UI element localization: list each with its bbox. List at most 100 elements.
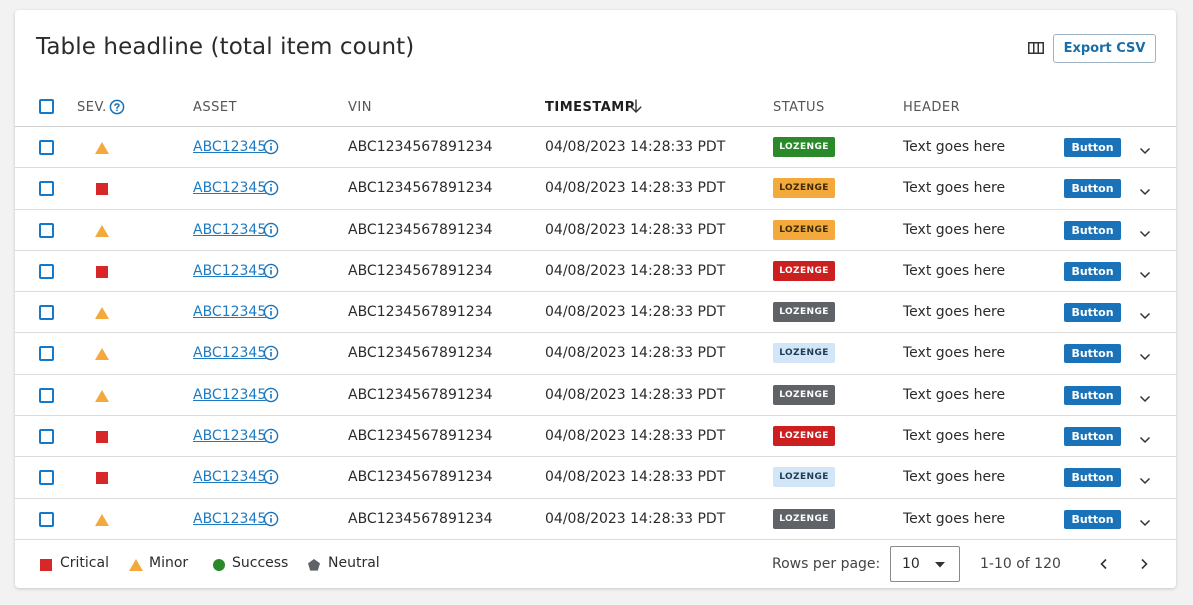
sort-descending-icon[interactable] bbox=[629, 98, 643, 118]
column-header-status[interactable]: STATUS bbox=[773, 100, 825, 115]
timestamp-cell: 04/08/2023 14:28:33 PDT bbox=[545, 139, 726, 155]
row-action-button[interactable]: Button bbox=[1064, 303, 1121, 323]
status-lozenge: LOZENGE bbox=[773, 508, 835, 529]
row-checkbox[interactable] bbox=[39, 305, 54, 321]
info-icon[interactable] bbox=[263, 139, 279, 159]
row-checkbox[interactable] bbox=[39, 140, 54, 155]
minor-triangle-icon bbox=[94, 388, 110, 402]
vin-cell: ABC1234567891234 bbox=[348, 221, 493, 238]
info-icon[interactable] bbox=[263, 387, 279, 407]
row-action-button[interactable]: Button bbox=[1064, 509, 1121, 529]
table-headline: Table headline (total item count) bbox=[36, 34, 415, 60]
info-icon[interactable] bbox=[263, 511, 279, 531]
chevron-down-icon[interactable] bbox=[1139, 347, 1151, 366]
row-action-button[interactable]: Button bbox=[1064, 427, 1121, 447]
row-checkbox[interactable] bbox=[39, 470, 54, 486]
info-icon[interactable] bbox=[263, 180, 279, 200]
header-cell: Text goes here bbox=[903, 221, 1006, 238]
header-cell: Text goes here bbox=[903, 469, 1006, 486]
row-checkbox[interactable] bbox=[39, 511, 54, 527]
help-icon[interactable] bbox=[109, 99, 125, 119]
timestamp-cell: 04/08/2023 14:28:33 PDT bbox=[545, 221, 726, 238]
chevron-down-icon[interactable] bbox=[1139, 224, 1151, 243]
header-cell: Text goes here bbox=[903, 345, 1006, 362]
table-header-row: SEV. ASSET VIN TIMESTAMP STATUS HEADER bbox=[15, 86, 1176, 127]
legend-label-neutral: Neutral bbox=[328, 555, 380, 571]
header-cell: Text goes here bbox=[903, 262, 1006, 279]
status-lozenge: LOZENGE bbox=[773, 467, 835, 488]
chevron-down-icon[interactable] bbox=[1139, 430, 1151, 449]
asset-link[interactable]: ABC12345 bbox=[193, 139, 266, 155]
chevron-down-icon[interactable] bbox=[1139, 471, 1151, 490]
column-header-header[interactable]: HEADER bbox=[903, 100, 960, 115]
success-circle-icon bbox=[213, 559, 225, 571]
row-action-button[interactable]: Button bbox=[1064, 179, 1121, 199]
row-checkbox[interactable] bbox=[39, 263, 54, 279]
asset-link[interactable]: ABC12345 bbox=[193, 469, 266, 485]
critical-square-icon bbox=[94, 470, 110, 485]
chevron-down-icon[interactable] bbox=[1139, 182, 1151, 201]
table-card: Table headline (total item count) Export… bbox=[15, 10, 1176, 588]
column-header-timestamp[interactable]: TIMESTAMP bbox=[545, 100, 635, 115]
critical-square-icon bbox=[94, 264, 110, 278]
table-row: ABC12345 ABC1234567891234 04/08/2023 14:28… bbox=[15, 499, 1176, 540]
row-action-button[interactable]: Button bbox=[1064, 385, 1121, 405]
vin-cell: ABC1234567891234 bbox=[348, 262, 493, 279]
info-icon[interactable] bbox=[263, 304, 279, 324]
row-action-button[interactable]: Button bbox=[1064, 468, 1121, 488]
asset-link[interactable]: ABC12345 bbox=[193, 180, 266, 196]
chevron-down-icon[interactable] bbox=[1139, 306, 1151, 325]
chevron-right-icon[interactable] bbox=[1136, 556, 1152, 572]
table-body: ABC12345 ABC1234567891234 04/08/2023 14:28… bbox=[15, 127, 1176, 540]
rows-per-page-value: 10 bbox=[902, 556, 920, 572]
info-icon[interactable] bbox=[263, 345, 279, 365]
status-lozenge: LOZENGE bbox=[773, 260, 835, 281]
column-header-vin[interactable]: VIN bbox=[348, 100, 372, 115]
row-checkbox[interactable] bbox=[39, 429, 54, 445]
asset-link[interactable]: ABC12345 bbox=[193, 304, 266, 320]
vin-cell: ABC1234567891234 bbox=[348, 510, 493, 527]
status-lozenge: LOZENGE bbox=[773, 219, 835, 240]
export-csv-button[interactable]: Export CSV bbox=[1053, 34, 1156, 63]
row-checkbox[interactable] bbox=[39, 387, 54, 403]
asset-link[interactable]: ABC12345 bbox=[193, 263, 266, 279]
critical-square-icon bbox=[94, 429, 110, 444]
row-checkbox[interactable] bbox=[39, 222, 54, 238]
vin-cell: ABC1234567891234 bbox=[348, 304, 493, 321]
info-icon[interactable] bbox=[263, 263, 279, 283]
chevron-down-icon[interactable] bbox=[1139, 265, 1151, 284]
asset-link[interactable]: ABC12345 bbox=[193, 511, 266, 527]
vin-cell: ABC1234567891234 bbox=[348, 139, 493, 155]
row-action-button[interactable]: Button bbox=[1064, 344, 1121, 364]
minor-triangle-icon bbox=[94, 346, 110, 361]
critical-square-icon bbox=[94, 181, 110, 196]
row-action-button[interactable]: Button bbox=[1064, 220, 1121, 240]
asset-link[interactable]: ABC12345 bbox=[193, 222, 266, 238]
vin-cell: ABC1234567891234 bbox=[348, 345, 493, 362]
chevron-down-icon[interactable] bbox=[1139, 513, 1151, 532]
row-action-button[interactable]: Button bbox=[1064, 261, 1121, 281]
row-checkbox[interactable] bbox=[39, 181, 54, 197]
header-cell: Text goes here bbox=[903, 510, 1006, 527]
header-cell: Text goes here bbox=[903, 428, 1006, 445]
info-icon[interactable] bbox=[263, 222, 279, 242]
info-icon[interactable] bbox=[263, 428, 279, 448]
select-all-checkbox[interactable] bbox=[39, 99, 54, 114]
column-header-asset[interactable]: ASSET bbox=[193, 100, 237, 115]
asset-link[interactable]: ABC12345 bbox=[193, 345, 266, 361]
rows-per-page-select[interactable]: 10 bbox=[890, 546, 960, 582]
status-lozenge: LOZENGE bbox=[773, 384, 835, 405]
columns-icon[interactable] bbox=[1026, 40, 1046, 56]
table-row: ABC12345 ABC1234567891234 04/08/2023 14:28… bbox=[15, 375, 1176, 417]
asset-link[interactable]: ABC12345 bbox=[193, 387, 266, 403]
asset-link[interactable]: ABC12345 bbox=[193, 428, 266, 444]
header-cell: Text goes here bbox=[903, 139, 1006, 155]
row-action-button[interactable]: Button bbox=[1064, 138, 1121, 157]
critical-square-icon bbox=[40, 559, 52, 571]
chevron-down-icon[interactable] bbox=[1139, 389, 1151, 408]
info-icon[interactable] bbox=[263, 469, 279, 489]
minor-triangle-icon bbox=[94, 305, 110, 320]
chevron-left-icon[interactable] bbox=[1096, 556, 1112, 572]
row-checkbox[interactable] bbox=[39, 346, 54, 362]
chevron-down-icon[interactable] bbox=[1139, 141, 1151, 160]
